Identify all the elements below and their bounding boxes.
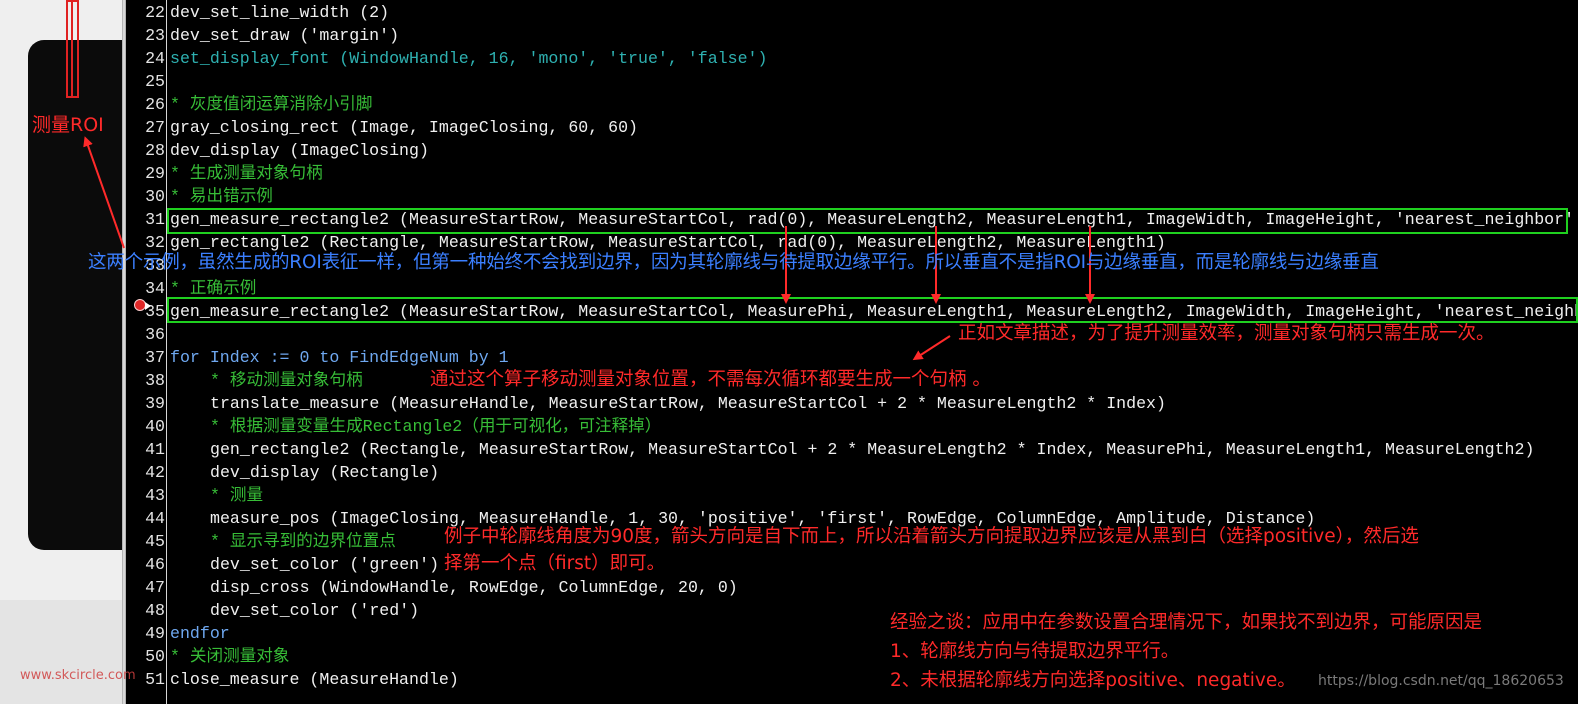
angle-note-line1: 例子中轮廓线角度为90度，箭头方向是自下而上，所以沿着箭头方向提取边界应该是从黑… [444, 526, 1419, 547]
experience-point-2: 2、未根据轮廓线方向选择positive、negative。 [890, 670, 1296, 691]
roi-label: 测量ROI [32, 114, 104, 136]
roi-label-arrow [83, 136, 125, 249]
once-only-arrow [912, 335, 951, 361]
experience-point-1: 1、轮廓线方向与待提取边界平行。 [890, 641, 1180, 662]
annotation-arrows [71, 0, 1095, 361]
watermark-right: https://blog.csdn.net/qq_18620653 [1318, 673, 1564, 689]
translate-note: 通过这个算子移动测量对象位置，不需每次循环都要生成一个句柄 。 [430, 369, 991, 390]
once-only-note: 正如文章描述，为了提升测量效率，测量对象句柄只需生成一次。 [958, 323, 1495, 344]
watermark-left: www.skcircle.com [20, 668, 136, 683]
experience-title: 经验之谈：应用中在参数设置合理情况下，如果找不到边界，可能原因是 [890, 612, 1483, 633]
both-examples-note: 这两个示例，虽然生成的ROI表征一样，但第一种始终不会找到边界，因为其轮廓线与待… [88, 252, 1379, 273]
angle-note-line2: 择第一个点（first）即可。 [444, 553, 666, 574]
